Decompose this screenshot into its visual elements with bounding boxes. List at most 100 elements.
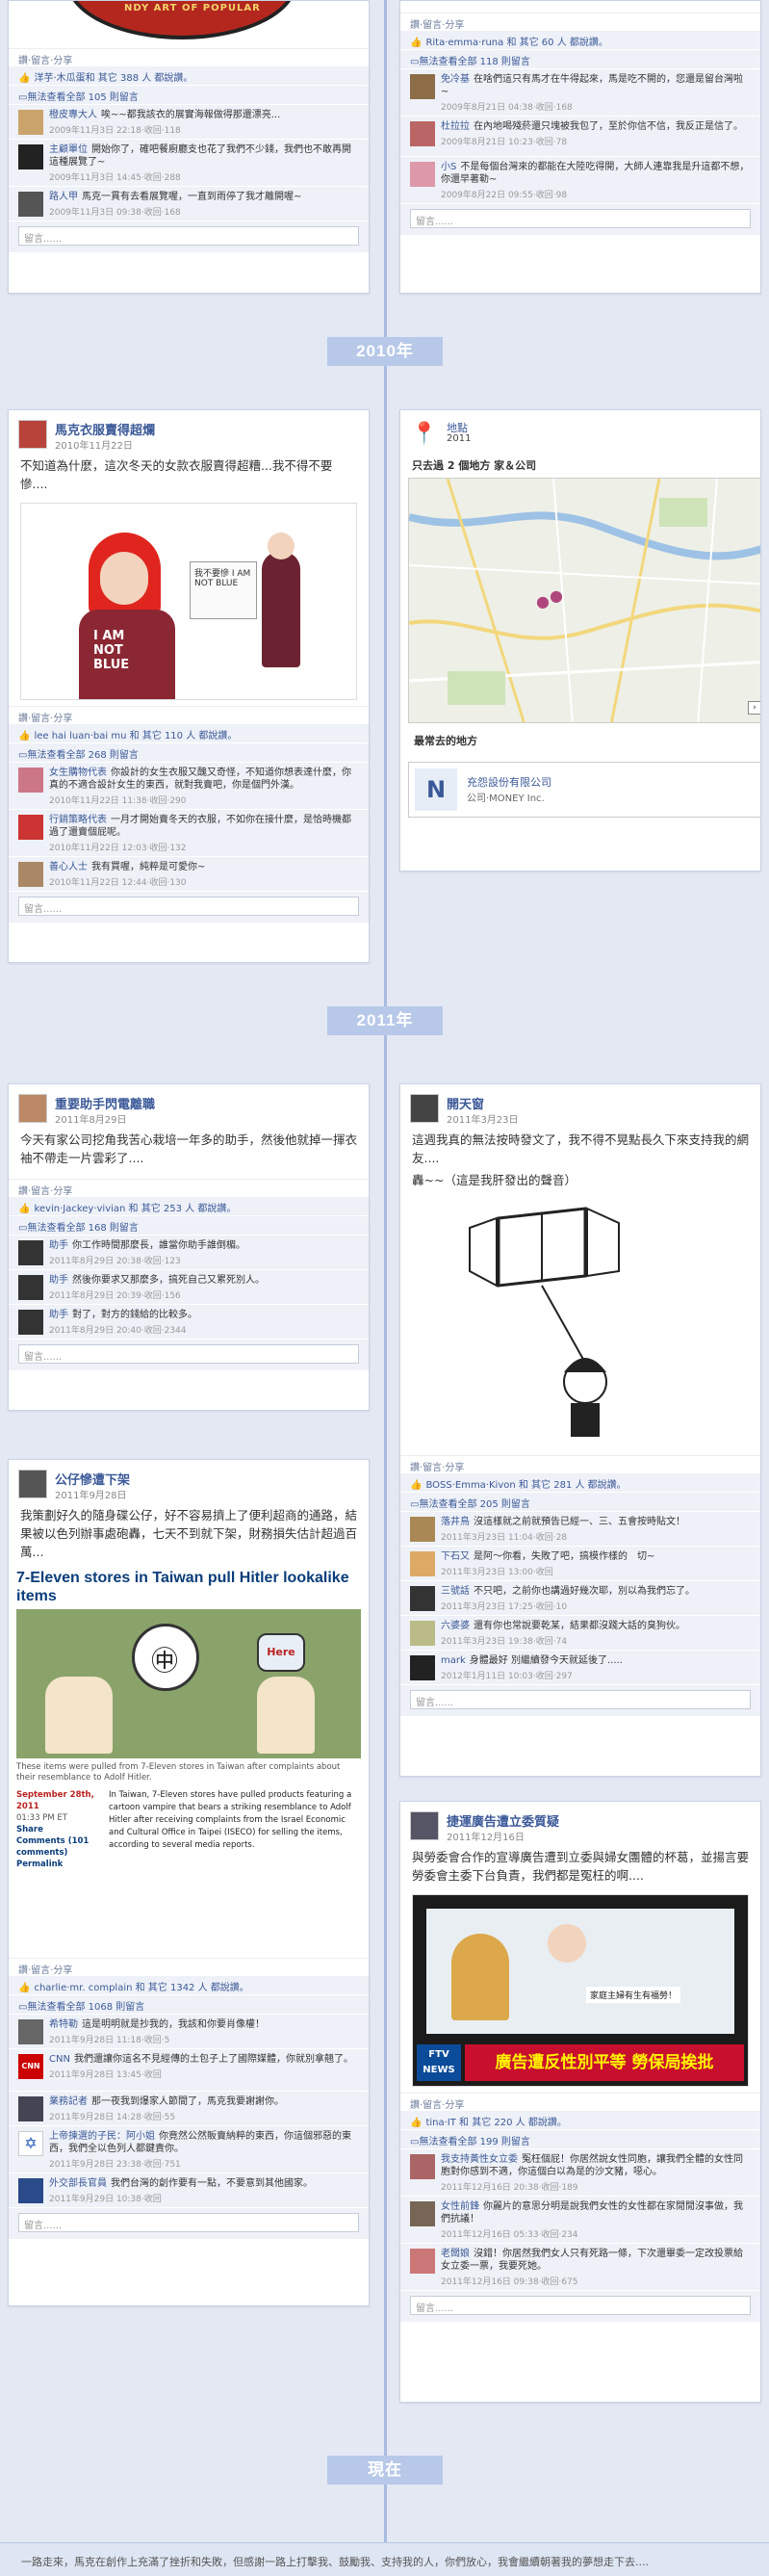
avatar[interactable] xyxy=(18,1240,43,1265)
map-expand-icon[interactable]: › xyxy=(748,701,760,715)
avatar[interactable] xyxy=(410,1094,439,1123)
avatar[interactable] xyxy=(410,1517,435,1542)
comment-input[interactable]: 留言...... xyxy=(410,2296,751,2315)
view-all-comments[interactable]: ▭無法查看全部 199 則留言 xyxy=(400,2129,760,2148)
likes-row: 👍 tina‧IT 和 其它 220 人 都說讚。 xyxy=(400,2110,760,2129)
post-title[interactable]: 重要助手閃電離職 xyxy=(55,1094,155,1112)
view-all-comments[interactable]: ▭無法查看全部 168 則留言 xyxy=(9,1215,369,1235)
avatar[interactable] xyxy=(410,2201,435,2226)
comment-input[interactable]: 留言...... xyxy=(18,2213,359,2232)
avatar[interactable] xyxy=(18,1275,43,1300)
post-date[interactable]: 2011年8月29日 xyxy=(55,1111,127,1126)
avatar[interactable] xyxy=(18,420,47,449)
avatar[interactable] xyxy=(410,1655,435,1680)
news-share-link[interactable]: Share xyxy=(16,1824,103,1835)
place-box[interactable]: N 充怨設份有限公司 公司‧MONEY Inc. xyxy=(408,762,760,818)
news-body: In Taiwan, 7-Eleven stores have pulled p… xyxy=(109,1790,352,1850)
post-text: 這週我真的無法按時發文了，我不得不晃點長久下來支持我的網友.... xyxy=(412,1132,750,1165)
likes-row: 👍 kevin‧Jackey‧vivian 和 其它 253 人 都說讚。 xyxy=(9,1196,369,1215)
avatar[interactable] xyxy=(410,2249,435,2274)
view-all-comments[interactable]: ▭無法查看全部 118 則留言 xyxy=(400,49,760,68)
flag-icon[interactable]: ✡ xyxy=(18,2131,43,2156)
map-pin-icon[interactable]: ● xyxy=(536,592,550,611)
post-card: NDY ART OF POPULAR 讚‧留言‧分享 👍 洋芋‧木瓜蛋和 其它 3… xyxy=(8,0,370,294)
ftv-news-logo: FTV NEWS xyxy=(417,2044,461,2081)
view-all-comments[interactable]: ▭無法查看全部 205 則留言 xyxy=(400,1492,760,1511)
view-all-comments[interactable]: ▭無法查看全部 268 則留言 xyxy=(9,742,369,762)
avatar[interactable] xyxy=(410,162,435,187)
footer-text: 一路走來，馬克在創作上充滿了挫折和失敗，但感謝一路上打擊我、鼓勵我、支持我的人，… xyxy=(0,2542,769,2576)
avatar[interactable] xyxy=(18,144,43,169)
avatar[interactable] xyxy=(410,1551,435,1576)
post-actions[interactable]: 讚‧留言‧分享 xyxy=(9,1179,369,1197)
avatar[interactable] xyxy=(18,815,43,840)
comment-input[interactable]: 留言...... xyxy=(18,226,359,246)
avatar[interactable] xyxy=(410,121,435,146)
place-name[interactable]: 充怨設份有限公司 xyxy=(467,774,551,790)
news-screenshot[interactable]: 7-Eleven stores in Taiwan pull Hitler lo… xyxy=(16,1569,361,1954)
news-caption: These items were pulled from 7-Eleven st… xyxy=(16,1762,341,1782)
avatar[interactable] xyxy=(18,1310,43,1335)
comment-input[interactable]: 留言...... xyxy=(18,897,359,916)
news-permalink[interactable]: Permalink xyxy=(16,1859,103,1870)
post-date[interactable]: 2011年9月28日 xyxy=(55,1487,127,1501)
post-actions[interactable]: 讚‧留言‧分享 xyxy=(400,13,760,31)
avatar[interactable] xyxy=(18,1470,47,1498)
avatar[interactable] xyxy=(18,862,43,887)
map-n-icon: N xyxy=(415,768,457,811)
post-title[interactable]: 公仔慘遭下架 xyxy=(55,1470,130,1488)
map-pin-icon[interactable]: ● xyxy=(550,586,563,605)
post-title[interactable]: 開天窗 xyxy=(447,1094,484,1112)
post-date[interactable]: 2011年12月16日 xyxy=(447,1829,525,1843)
year-marker-2011[interactable]: 2011年 xyxy=(327,1006,443,1035)
avatar[interactable] xyxy=(410,74,435,99)
view-all-comments[interactable]: ▭無法查看全部 1068 則留言 xyxy=(9,1994,369,2014)
avatar[interactable] xyxy=(18,768,43,793)
comment-input[interactable]: 留言...... xyxy=(410,1690,751,1709)
post-photo[interactable]: I AM NOT BLUE 我不要慘 I AM NOT BLUE xyxy=(20,503,357,700)
post-title[interactable]: 捷運廣告遭立委質疑 xyxy=(447,1811,559,1830)
post-card: 重要助手閃電離職 2011年8月29日 今天有家公司挖角我苦心栽培一年多的助手，然… xyxy=(8,1083,370,1411)
map[interactable]: ● ● › xyxy=(408,478,760,723)
post-title[interactable]: 馬克衣服賣得超爛 xyxy=(55,420,155,438)
post-image: NDY ART OF POPULAR xyxy=(9,1,369,44)
comment: mark 身體最好 別繼續發今天就延後了..... 2012年1月11日 10:03… xyxy=(400,1650,760,1684)
post-actions[interactable]: 讚‧留言‧分享 xyxy=(400,1455,760,1473)
thumbs-up-icon: 👍 xyxy=(18,731,31,742)
news-headline: 7-Eleven stores in Taiwan pull Hitler lo… xyxy=(16,1570,349,1604)
news-comments-link[interactable]: Comments (101 comments) xyxy=(16,1835,103,1859)
post-actions[interactable]: 讚‧留言‧分享 xyxy=(400,2093,760,2111)
avatar[interactable] xyxy=(18,2096,43,2121)
avatar[interactable] xyxy=(410,2154,435,2179)
avatar[interactable] xyxy=(18,192,43,217)
post-date[interactable]: 2011年3月23日 xyxy=(447,1111,519,1126)
post-actions[interactable]: 讚‧留言‧分享 xyxy=(9,706,369,724)
likes-row: 👍 lee hai luan‧bai mu 和 其它 110 人 都說讚。 xyxy=(9,723,369,742)
post-actions[interactable]: 讚‧留言‧分享 xyxy=(9,1958,369,1976)
avatar[interactable] xyxy=(18,110,43,135)
avatar[interactable] xyxy=(18,2178,43,2203)
news-time: 01:33 PM ET xyxy=(16,1813,67,1823)
comment-input[interactable]: 留言...... xyxy=(410,209,751,228)
comment-input[interactable]: 留言...... xyxy=(18,1344,359,1364)
comment: 三號話 不只吧，之前你也講過好幾次耶，別以為我們忘了。 2011年3月23日 17:… xyxy=(400,1580,760,1615)
comment: 六婆婆 還有你也常說要乾某，結果都沒踐大話的臭狗伙。 2011年3月23日 19:3… xyxy=(400,1615,760,1650)
view-all-comments[interactable]: ▭無法查看全部 105 則留言 xyxy=(9,85,369,104)
post-illustration[interactable] xyxy=(412,1199,749,1449)
avatar[interactable] xyxy=(18,2019,43,2044)
comment: 業務記者 那一夜我到爆家人節間了，馬克我要謝謝你。 2011年9月28日 14:28… xyxy=(9,2091,369,2125)
comment: 助手 對了，對方的錢給的比較多。 2011年8月29日 20:40‧收回‧2344 xyxy=(9,1304,369,1339)
post-actions[interactable]: 讚‧留言‧分享 xyxy=(9,48,369,66)
post-text: 轟~~（這是我肝發出的聲音） xyxy=(412,1173,577,1187)
cnn-logo-icon[interactable]: CNN xyxy=(18,2054,43,2079)
avatar[interactable] xyxy=(410,1811,439,1840)
post-card: 讚‧留言‧分享 👍 Rita‧emma‧runa 和 其它 60 人 都說讚。 ▭… xyxy=(399,0,761,294)
avatar[interactable] xyxy=(410,1621,435,1646)
avatar[interactable] xyxy=(18,1094,47,1123)
year-marker-now[interactable]: 現在 xyxy=(327,2456,443,2485)
year-marker-2010[interactable]: 2010年 xyxy=(327,337,443,366)
news-photo[interactable]: 家庭主婦有生有福勞！ FTV NEWS 廣告遭反性別平等 勞保局挨批 xyxy=(412,1894,749,2087)
comment: 橙皮專大人 唉~~都我該衣的展實海報做得那還漂亮... 2009年11月3日 22:… xyxy=(9,104,369,139)
avatar[interactable] xyxy=(410,1586,435,1611)
post-date[interactable]: 2010年11月22日 xyxy=(55,437,133,452)
